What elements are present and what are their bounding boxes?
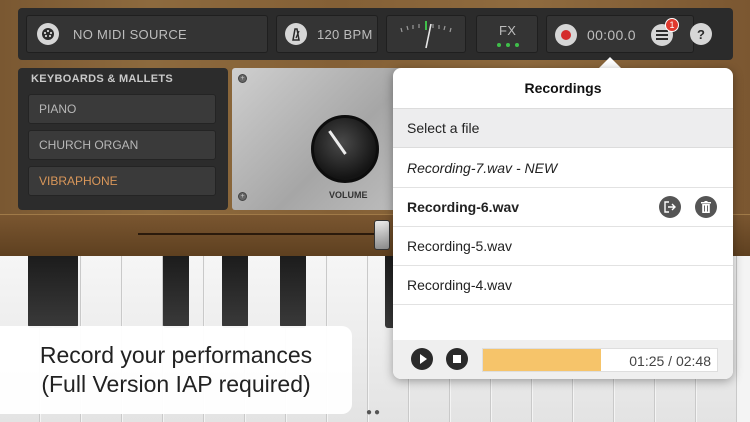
- control-panel: + + VOLUME: [232, 68, 402, 210]
- instrument-item-piano[interactable]: PIANO: [28, 94, 216, 124]
- top-toolbar: NO MIDI SOURCE 120 BPM FX 00:00.0 1 ?: [18, 8, 733, 60]
- fx-label: FX: [499, 23, 517, 38]
- playback-bar: 01:25 / 02:48: [393, 340, 733, 379]
- instrument-item-church-organ[interactable]: CHURCH ORGAN: [28, 130, 216, 160]
- instrument-item-vibraphone[interactable]: VIBRAPHONE: [28, 166, 216, 196]
- recording-name: Recording-7.wav - NEW: [407, 160, 558, 176]
- playback-progress[interactable]: 01:25 / 02:48: [482, 348, 718, 372]
- recording-row[interactable]: Recording-7.wav - NEW: [393, 149, 733, 188]
- midi-source-button[interactable]: NO MIDI SOURCE: [26, 15, 268, 53]
- select-file-label: Select a file: [407, 120, 480, 136]
- page-indicator-dots: ●●: [366, 407, 383, 418]
- notification-badge: 1: [665, 18, 679, 32]
- screw-icon: +: [238, 74, 247, 83]
- delete-button[interactable]: [695, 196, 717, 218]
- play-button[interactable]: [411, 348, 433, 370]
- record-timer: 00:00.0: [587, 27, 636, 43]
- trash-icon: [701, 201, 711, 213]
- pitch-slider-track: [138, 233, 388, 235]
- screw-icon: +: [238, 192, 247, 201]
- select-file-header: Select a file: [393, 108, 733, 148]
- playback-time: 01:25 / 02:48: [629, 353, 711, 369]
- tempo-label: 120 BPM: [317, 27, 373, 42]
- volume-label: VOLUME: [329, 190, 368, 200]
- recording-row[interactable]: Recording-5.wav: [393, 227, 733, 266]
- pitch-slider-thumb[interactable]: [374, 220, 390, 250]
- list-icon: [656, 30, 668, 40]
- caption-line-1: Record your performances: [39, 342, 313, 368]
- share-button[interactable]: [659, 196, 681, 218]
- black-key[interactable]: [280, 256, 306, 328]
- volume-knob[interactable]: [311, 115, 379, 183]
- caption-line-2: (Full Version IAP required): [41, 371, 311, 397]
- recording-name: Recording-6.wav: [407, 199, 520, 215]
- promo-caption: Record your performances (Full Version I…: [0, 326, 352, 414]
- instrument-category-header: KEYBOARDS & MALLETS: [31, 73, 173, 85]
- black-key[interactable]: [28, 256, 54, 328]
- help-button[interactable]: ?: [690, 23, 712, 45]
- stop-icon: [453, 355, 461, 363]
- tempo-button[interactable]: 120 BPM: [276, 15, 378, 53]
- recording-row-selected[interactable]: Recording-6.wav: [393, 188, 733, 227]
- play-icon: [419, 354, 427, 364]
- stop-button[interactable]: [446, 348, 468, 370]
- fx-indicator-dots: [497, 43, 519, 47]
- help-icon: ?: [697, 26, 705, 42]
- black-key[interactable]: [222, 256, 248, 328]
- midi-icon: [37, 23, 59, 45]
- tuner-gauge-icon: [400, 21, 452, 49]
- midi-source-label: NO MIDI SOURCE: [73, 27, 187, 42]
- help-area: ?: [690, 15, 728, 53]
- black-key[interactable]: [163, 256, 189, 328]
- tuner-meter: [386, 15, 466, 53]
- metronome-icon: [285, 23, 307, 45]
- recorder-controls: 00:00.0 1: [546, 15, 694, 53]
- playback-progress-fill: [483, 349, 602, 371]
- knob-indicator: [328, 130, 347, 155]
- black-key[interactable]: [52, 256, 78, 328]
- recording-name: Recording-4.wav: [407, 277, 513, 293]
- export-icon: [664, 201, 676, 213]
- instrument-panel: KEYBOARDS & MALLETS PIANO CHURCH ORGAN V…: [18, 68, 228, 210]
- fx-button[interactable]: FX: [476, 15, 538, 53]
- record-button[interactable]: [555, 24, 577, 46]
- recording-name: Recording-5.wav: [407, 238, 513, 254]
- recordings-popover: Recordings Select a file Recording-7.wav…: [393, 68, 733, 379]
- recording-row[interactable]: Recording-4.wav: [393, 266, 733, 305]
- record-icon: [561, 30, 571, 40]
- popover-title: Recordings: [524, 80, 602, 96]
